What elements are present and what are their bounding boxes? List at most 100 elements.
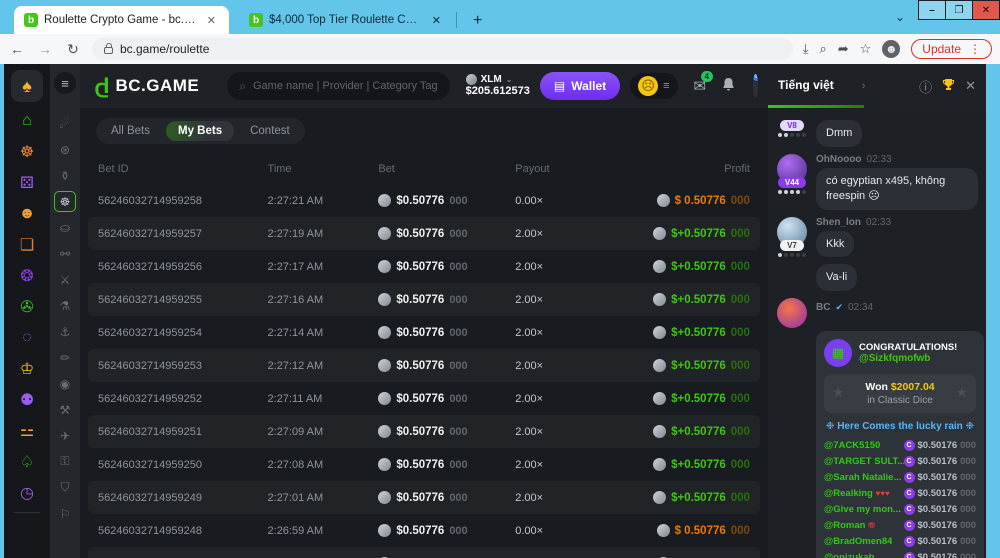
winner-name[interactable]: @TARGET SULT... [824, 456, 904, 467]
bonus-icon[interactable]: ⚍ [13, 419, 41, 443]
forward-icon[interactable]: → [36, 41, 54, 57]
roulette-wheel-icon[interactable]: ☸ [13, 140, 41, 164]
crash-player-icon[interactable]: ☻ [13, 202, 41, 226]
balance-selector[interactable]: XLM ⌄ $205.612573 [466, 74, 530, 97]
window-close-button[interactable]: ✕ [972, 0, 1000, 20]
congrats-winner[interactable]: @Sizkfqmofwb [859, 353, 957, 364]
bell-icon[interactable] [722, 77, 735, 95]
bet-amount: $0.50776 [396, 195, 444, 207]
kebab-menu-icon[interactable]: ⋮ [969, 42, 981, 56]
chat-username[interactable]: OhNoooo [816, 154, 862, 165]
rail-category-icon[interactable]: ☄ [54, 113, 76, 134]
bet-amount: $0.50776 [396, 426, 444, 438]
rail-category-icon[interactable]: ⚗ [54, 295, 76, 316]
winner-name[interactable]: @Roman [824, 520, 865, 531]
ring-icon[interactable]: ◌ [13, 326, 41, 350]
wallet-button[interactable]: ▤ Wallet [540, 72, 620, 100]
chat-message: V44 OhNoooo02:33 có egyptian x495, không… [776, 154, 978, 210]
bet-amount: $0.50776 [396, 459, 444, 471]
bcgame-favicon: b [24, 13, 38, 27]
bet-row[interactable]: 56246032714959254 2:27:14 AM $0.50776000… [88, 316, 760, 349]
chat-language-tab[interactable]: Tiếng việt [778, 78, 834, 92]
refresh-icon[interactable]: ↻ [64, 41, 82, 58]
bet-row[interactable]: 56246032714959248 2:26:59 AM $0.50776000… [88, 514, 760, 547]
winner-name[interactable]: @Sarah Natalie... [824, 472, 901, 483]
ticket-icon[interactable]: ✇ [13, 295, 41, 319]
bet-row[interactable]: 56246032714959247 2:26:57 AM $0.50776000… [88, 547, 760, 558]
bet-row[interactable]: 56246032714959255 2:27:16 AM $0.50776000… [88, 283, 760, 316]
bet-row[interactable]: 56246032714959256 2:27:17 AM $0.50776000… [88, 250, 760, 283]
window-menu-chevron-icon[interactable]: ⌄ [895, 10, 905, 24]
clock-icon[interactable]: ◷ [13, 481, 41, 505]
bcgame-logo[interactable]: Ϧ BC.GAME [94, 73, 199, 99]
chevron-right-icon[interactable]: › [862, 80, 866, 92]
bcgame-logo-text: BC.GAME [115, 76, 199, 96]
home-icon[interactable]: ⌂ [13, 109, 41, 133]
winner-name[interactable]: @Give my mon... [824, 504, 901, 515]
spiral-target-icon[interactable]: ❂ [13, 264, 41, 288]
window-maximize-button[interactable]: ❐ [945, 0, 973, 20]
window-minimize-button[interactable]: – [918, 0, 946, 20]
rail-category-icon[interactable]: ✏ [54, 347, 76, 368]
install-icon[interactable]: ⤓ [803, 41, 809, 57]
bet-profit: $+0.50776 [671, 426, 726, 438]
winner-name[interactable]: @Realking [824, 488, 873, 499]
bet-profit: $+0.50776 [671, 360, 726, 372]
browser-tab-active[interactable]: b Roulette Crypto Game - bc.game ✕ [14, 6, 229, 34]
rail-category-icon[interactable]: ⊛ [54, 139, 76, 160]
dice-icon[interactable]: ⚄ [13, 171, 41, 195]
mail-icon[interactable]: ✉ 4 [694, 77, 707, 95]
chat-username[interactable]: Shen_lon [816, 217, 861, 228]
back-icon[interactable]: ← [8, 41, 26, 57]
tab-close-icon[interactable]: ✕ [429, 13, 444, 28]
rail-category-icon[interactable]: ⚯ [54, 243, 76, 264]
spade-vip-icon[interactable]: ♤ [13, 450, 41, 474]
rail-category-icon[interactable]: ⚿ [54, 451, 76, 472]
crown-icon[interactable]: ♔ [13, 357, 41, 381]
rail-category-icon[interactable]: ⛉ [54, 477, 76, 498]
rail-category-icon[interactable]: ⚱ [54, 165, 76, 186]
bet-row[interactable]: 56246032714959249 2:27:01 AM $0.50776000… [88, 481, 760, 514]
browser-tab-2[interactable]: b $4,000 Top Tier Roulette Challen ✕ [239, 6, 454, 34]
gloves-icon[interactable]: ⚉ [13, 388, 41, 412]
info-icon[interactable]: ⓘ [919, 77, 932, 96]
bets-tab[interactable]: My Bets [166, 121, 234, 141]
winner-name[interactable]: @onizukab [824, 552, 874, 558]
avatar[interactable] [777, 298, 807, 328]
bets-tab[interactable]: Contest [238, 121, 302, 141]
user-avatar[interactable]: @ [753, 74, 758, 98]
quick-emoji-button[interactable]: ☹ ≡ [630, 73, 677, 99]
rail-category-icon[interactable]: ⛀ [54, 217, 76, 238]
bets-tab[interactable]: All Bets [99, 121, 162, 141]
address-bar[interactable]: bc.game/roulette [92, 38, 793, 60]
bet-row[interactable]: 56246032714959253 2:27:12 AM $0.50776000… [88, 349, 760, 382]
rail-category-icon[interactable]: ⚓ [54, 321, 76, 342]
cards-icon[interactable]: ❏ [13, 233, 41, 257]
browser-profile-icon[interactable]: ☻ [882, 40, 900, 58]
bookmark-star-icon[interactable]: ☆ [860, 41, 872, 57]
share-icon[interactable]: ➦ [838, 41, 849, 57]
bet-row[interactable]: 56246032714959251 2:27:09 AM $0.50776000… [88, 415, 760, 448]
winner-name[interactable]: @BradOmen84 [824, 536, 892, 547]
bet-row[interactable]: 56246032714959258 2:27:21 AM $0.50776000… [88, 184, 760, 217]
rail-category-icon[interactable]: ◉ [54, 373, 76, 394]
rail-category-icon[interactable]: ⚔ [54, 269, 76, 290]
rail-category-icon[interactable]: ⚐ [54, 503, 76, 524]
game-search-input[interactable]: ⌕ Game name | Provider | Category Tag [227, 72, 449, 100]
trophy-icon[interactable] [942, 78, 955, 94]
winner-name[interactable]: @7ACK5150 [824, 440, 880, 451]
rail-category-icon[interactable]: ⚒ [54, 399, 76, 420]
bet-row[interactable]: 56246032714959252 2:27:11 AM $0.50776000… [88, 382, 760, 415]
bet-row[interactable]: 56246032714959257 2:27:19 AM $0.50776000… [88, 217, 760, 250]
zoom-icon[interactable]: ⌕ [819, 41, 826, 57]
new-tab-button[interactable]: + [467, 12, 488, 30]
menu-burger-icon[interactable]: ≡ [54, 72, 76, 94]
bet-row[interactable]: 56246032714959250 2:27:08 AM $0.50776000… [88, 448, 760, 481]
tab-close-icon[interactable]: ✕ [204, 13, 219, 28]
lock-icon[interactable] [104, 47, 113, 54]
casino-spade-logo-icon[interactable]: ♠ [11, 70, 43, 102]
rail-category-icon[interactable]: ☸ [54, 191, 76, 212]
rail-category-icon[interactable]: ✈ [54, 425, 76, 446]
update-button[interactable]: Update ⋮ [911, 39, 992, 59]
close-icon[interactable]: ✕ [965, 78, 976, 94]
